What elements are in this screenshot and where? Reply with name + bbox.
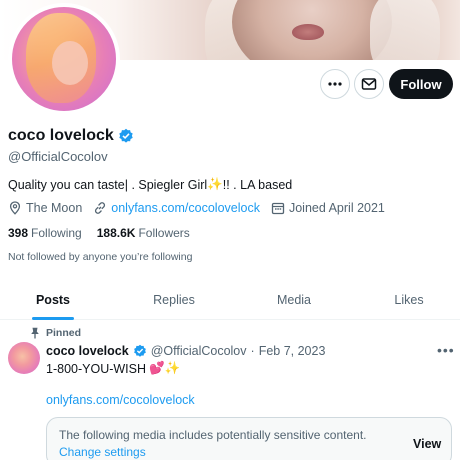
tab-replies[interactable]: Replies [121, 280, 227, 320]
following-label: Following [31, 226, 82, 240]
banner-lips [292, 24, 324, 40]
link-icon [95, 202, 106, 214]
bio-text: Quality you can taste| . Spiegler Girl [8, 177, 208, 192]
not-followed-notice: Not followed by anyone you’re following [8, 251, 193, 263]
active-tab-indicator [32, 317, 74, 320]
location-pin-icon [9, 201, 21, 215]
tweet-author-name[interactable]: coco lovelock [46, 344, 129, 358]
more-button[interactable] [320, 69, 350, 99]
followers-stat[interactable]: 188.6K Followers [97, 226, 190, 240]
location-item: The Moon [8, 201, 82, 215]
tweet-emojis: 💕✨ [149, 361, 181, 375]
website-item[interactable]: onlyfans.com/cocolovelock [93, 201, 260, 215]
more-icon [328, 82, 342, 86]
verified-badge-icon [133, 344, 146, 357]
joined-text: Joined April 2021 [288, 201, 385, 215]
profile-meta: The Moon onlyfans.com/cocolovelock Joine… [8, 201, 396, 215]
bio-tail: !! . LA based [222, 177, 293, 192]
followers-count: 188.6K [96, 226, 136, 240]
tweet-avatar[interactable] [8, 342, 40, 374]
tab-likes[interactable]: Likes [356, 280, 460, 320]
follow-button[interactable]: Follow [389, 69, 453, 99]
location-text: The Moon [26, 201, 83, 215]
tweet-separator: · [250, 344, 255, 358]
tweet-header: coco lovelock @OfficialCocolov · Feb 7, … [46, 344, 325, 358]
pin-icon [31, 327, 39, 339]
profile-avatar[interactable] [8, 3, 120, 115]
following-count: 398 [8, 226, 29, 240]
profile-bio: Quality you can taste| . Spiegler Girl ✨… [8, 177, 292, 192]
pinned-label: Pinned [30, 327, 81, 339]
sensitive-message: The following media includes potentially… [59, 428, 367, 442]
avatar-face [52, 41, 88, 85]
pinned-text: Pinned [46, 327, 82, 339]
profile-tabs: Posts Replies Media Likes [0, 280, 460, 320]
tab-posts[interactable]: Posts [0, 280, 106, 320]
envelope-icon [361, 78, 377, 90]
message-button[interactable] [354, 69, 384, 99]
tweet-author-handle[interactable]: @OfficialCocolov [151, 344, 247, 358]
verified-badge-icon[interactable] [118, 128, 134, 144]
joined-item: Joined April 2021 [271, 201, 385, 215]
profile-stats: 398 Following 188.6K Followers [8, 226, 190, 240]
sensitive-media-warning: The following media includes potentially… [46, 417, 452, 460]
website-link[interactable]: onlyfans.com/cocolovelock [111, 201, 260, 215]
profile-handle: @OfficialCocolov [8, 149, 108, 164]
tweet-link[interactable]: onlyfans.com/cocolovelock [46, 393, 195, 407]
change-settings-link[interactable]: Change settings [59, 445, 146, 459]
tweet-text-body: 1-800-YOU-WISH [46, 361, 147, 376]
sparkles-emoji: ✨ [207, 177, 223, 191]
followers-label: Followers [138, 226, 190, 240]
tweet-text: 1-800-YOU-WISH 💕✨ [46, 361, 180, 376]
tweet-more-icon[interactable]: ••• [437, 342, 455, 358]
profile-name: coco lovelock [8, 127, 114, 144]
profile-name-row: coco lovelock [8, 127, 134, 145]
banner-hair-right [370, 0, 440, 60]
tweet-date[interactable]: Feb 7, 2023 [259, 344, 326, 358]
calendar-icon [271, 202, 285, 215]
following-stat[interactable]: 398 Following [8, 226, 82, 240]
tab-media[interactable]: Media [241, 280, 347, 320]
view-button[interactable]: View [413, 437, 441, 451]
